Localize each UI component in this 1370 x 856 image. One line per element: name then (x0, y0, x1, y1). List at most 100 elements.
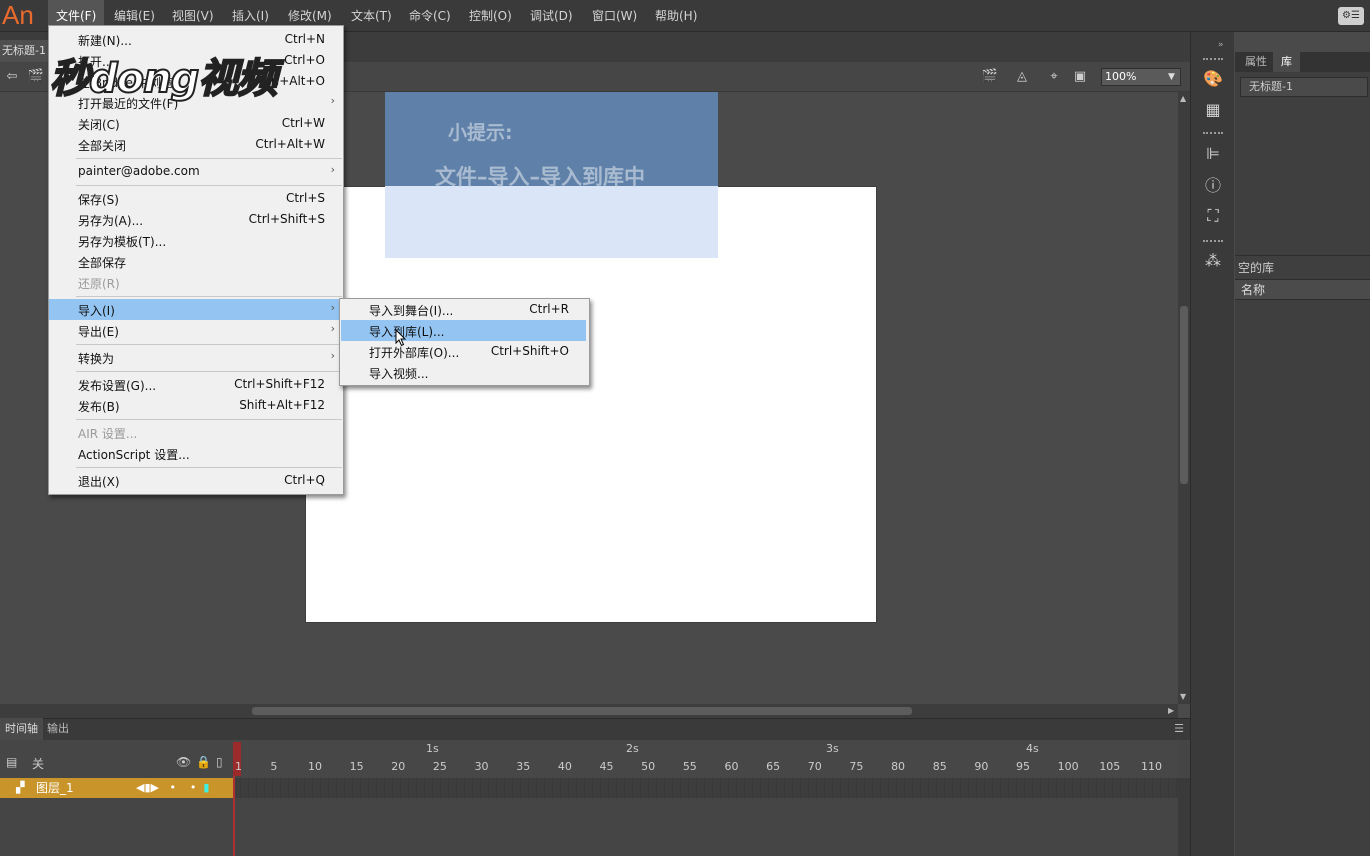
menu-item-import-video[interactable]: 导入视频... (340, 362, 589, 383)
timeline-tab-bar (0, 718, 1190, 740)
collapse-panel-icon[interactable]: » (1218, 40, 1224, 50)
layer-name[interactable]: 图层_1 (36, 778, 74, 798)
scroll-down-icon[interactable]: ▼ (1180, 692, 1186, 701)
menu-item-save-all[interactable]: 全部保存 (49, 251, 343, 272)
frame-number-label: 20 (391, 760, 406, 773)
align-icon[interactable]: ⊫ (1202, 143, 1224, 165)
eye-icon[interactable]: 👁 (176, 755, 191, 769)
transform-icon[interactable]: ⛶ (1202, 205, 1224, 227)
frame-number-label: 45 (599, 760, 614, 773)
menu-window[interactable]: 窗口(W) (584, 0, 645, 32)
frame-number-label: 105 (1099, 760, 1121, 773)
menu-item-air-settings: AIR 设置... (78, 427, 138, 441)
edit-symbols-icon[interactable]: ◬ (1012, 68, 1032, 86)
menu-separator (76, 158, 342, 159)
panel-grip[interactable] (1203, 58, 1223, 60)
menu-item-account[interactable]: painter@adobe.com › (49, 161, 343, 182)
panel-grip[interactable] (1203, 132, 1223, 134)
frame-number-label: 25 (432, 760, 447, 773)
scrollbar-thumb[interactable] (1180, 306, 1188, 484)
frame-number-label: 100 (1057, 760, 1079, 773)
menu-item-save-as[interactable]: 另存为(A)... Ctrl+Shift+S (49, 209, 343, 230)
chevron-right-icon: › (330, 301, 335, 314)
workspace-switcher-icon[interactable]: ⚙☰ (1338, 7, 1364, 25)
edit-scene-icon[interactable]: 🎬 (980, 68, 1000, 86)
layer-icon: ▞ (16, 781, 25, 794)
menu-item-import[interactable]: 导入(I) › (49, 299, 343, 320)
layer-stack-icon[interactable]: ▤ (6, 755, 17, 769)
menu-item-convert-to[interactable]: 转换为 › (49, 347, 343, 368)
frame-number-label: 90 (974, 760, 989, 773)
menu-item-import-to-stage[interactable]: 导入到舞台(I)... Ctrl+R (340, 299, 589, 320)
frame-number-label: 50 (641, 760, 656, 773)
hint-overlay-bottom (385, 186, 718, 258)
menu-item-publish-settings[interactable]: 发布设置(G)... Ctrl+Shift+F12 (49, 374, 343, 395)
panel-menu-icon[interactable]: ☰ (1172, 722, 1186, 736)
menu-item-actionscript-settings[interactable]: ActionScript 设置... (49, 443, 343, 464)
menu-item-save-as-template[interactable]: 另存为模板(T)... (49, 230, 343, 251)
frame-number-label: 15 (349, 760, 364, 773)
frame-number-label: 1 (235, 760, 242, 773)
menu-item-close-all[interactable]: 全部关闭 Ctrl+Alt+W (49, 134, 343, 155)
frame-number-label: 80 (891, 760, 906, 773)
menu-separator (76, 467, 342, 468)
frame-number-label: 65 (766, 760, 781, 773)
menu-item-close[interactable]: 关闭(C) Ctrl+W (49, 113, 343, 134)
menu-text[interactable]: 文本(T) (343, 0, 400, 32)
menu-item-open-external-library[interactable]: 打开外部库(O)... Ctrl+Shift+O (340, 341, 589, 362)
chevron-down-icon[interactable]: ▼ (1162, 68, 1181, 86)
components-icon[interactable]: ⁂ (1202, 250, 1224, 272)
menu-debug[interactable]: 调试(D) (522, 0, 581, 32)
menu-item-publish[interactable]: 发布(B) Shift+Alt+F12 (49, 395, 343, 416)
timeline-header-label: 关 (32, 757, 45, 771)
tab-library[interactable]: 库 (1273, 52, 1300, 72)
menu-item-new[interactable]: 新建(N)... Ctrl+N (49, 29, 343, 50)
clip-content-icon[interactable]: ▣ (1070, 68, 1090, 86)
tab-output[interactable]: 输出 (42, 718, 74, 740)
swatches-grid-icon[interactable]: ▦ (1202, 99, 1224, 121)
menu-separator (76, 185, 342, 186)
timeline-vertical-scrollbar[interactable] (1178, 778, 1190, 856)
second-marker-label: 4s (1026, 742, 1039, 755)
chevron-right-icon: › (330, 349, 335, 362)
frame-number-label: 60 (724, 760, 739, 773)
panel-grip[interactable] (1203, 240, 1223, 242)
menu-item-exit[interactable]: 退出(X) Ctrl+Q (49, 470, 343, 491)
menu-control[interactable]: 控制(O) (461, 0, 520, 32)
frame-number-label: 10 (307, 760, 322, 773)
menu-help[interactable]: 帮助(H) (647, 0, 705, 32)
menu-separator (76, 419, 342, 420)
menu-item-export[interactable]: 导出(E) › (49, 320, 343, 341)
hint-title: 小提示: (448, 122, 513, 144)
frame-number-label: 35 (516, 760, 531, 773)
frame-number-label: 85 (932, 760, 947, 773)
scrollbar-thumb[interactable] (252, 707, 912, 715)
library-empty-label: 空的库 (1238, 261, 1275, 275)
outline-icon[interactable]: ▯ (216, 755, 223, 769)
document-tab[interactable]: 无标题-1 (0, 40, 52, 62)
chevron-right-icon: › (330, 322, 335, 335)
menu-item-save[interactable]: 保存(S) Ctrl+S (49, 188, 343, 209)
scroll-up-icon[interactable]: ▲ (1180, 94, 1186, 103)
scene-clapper-icon[interactable]: 🎬 (26, 68, 46, 86)
back-arrow-icon[interactable]: ⇦ (2, 68, 22, 86)
center-stage-icon[interactable]: ⌖ (1044, 68, 1064, 86)
library-name-column[interactable]: 名称 (1235, 279, 1370, 300)
second-marker-label: 1s (426, 742, 439, 755)
lock-icon[interactable]: 🔒 (196, 755, 211, 769)
info-icon[interactable]: ⓘ (1202, 175, 1224, 197)
menu-commands[interactable]: 命令(C) (401, 0, 459, 32)
library-document-select[interactable]: 无标题-1 (1240, 77, 1368, 97)
menu-item-import-to-library[interactable]: 导入到库(L)... (341, 320, 586, 341)
tab-timeline[interactable]: 时间轴 (0, 718, 43, 740)
scroll-right-icon[interactable]: ▶ (1168, 706, 1174, 715)
layer-frames[interactable] (233, 778, 1178, 798)
frame-number-label: 5 (270, 760, 278, 773)
frame-number-label: 30 (474, 760, 489, 773)
watermark-logo: 秒dong视频 (49, 52, 290, 108)
frame-number-label: 110 (1140, 760, 1162, 773)
color-palette-icon[interactable]: 🎨 (1202, 68, 1224, 90)
app-logo: An (2, 0, 34, 30)
tab-properties[interactable]: 属性 (1237, 52, 1275, 72)
layer-controls[interactable]: ◀▮▶ • • ▮ (136, 778, 209, 798)
